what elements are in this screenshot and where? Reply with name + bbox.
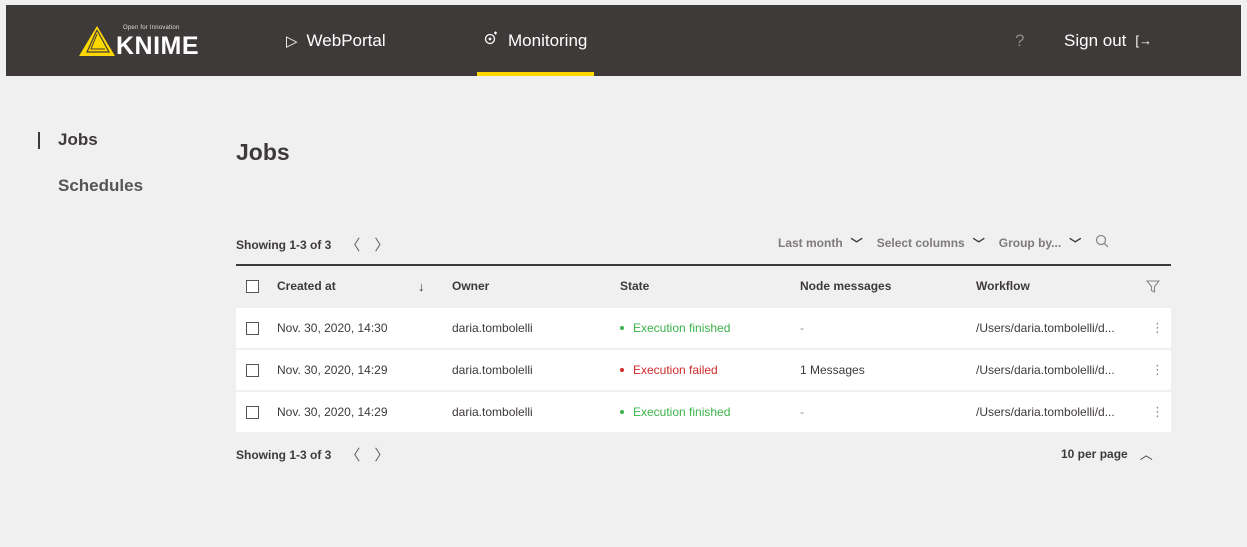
cell-node-messages[interactable]: 1 Messages	[800, 350, 865, 390]
per-page-label: 10 per page	[1061, 446, 1128, 461]
pagination-top: Showing 1-3 of 3 〈 〉	[236, 234, 389, 255]
nav-monitoring[interactable]: Monitoring	[477, 5, 595, 76]
sort-descending-icon[interactable]: ↓	[418, 266, 425, 306]
column-header-created-at[interactable]: Created at	[277, 266, 336, 306]
state-label: Execution failed	[633, 363, 718, 377]
state-label: Execution finished	[633, 405, 731, 419]
cell-created-at: Nov. 30, 2020, 14:29	[277, 363, 388, 377]
column-header-workflow[interactable]: Workflow	[976, 266, 1030, 306]
table-header-row: Created at ↓ Owner State Node messages W…	[236, 266, 1171, 306]
row-checkbox[interactable]	[246, 392, 259, 432]
chevron-down-icon: ﹀	[1069, 236, 1082, 251]
table-row[interactable]: Nov. 30, 2020, 14:29 daria.tombolelli Ex…	[236, 350, 1171, 390]
status-dot	[620, 326, 624, 330]
app-frame: Open for Innovation KNIME ▷ WebPortal Mo…	[6, 5, 1241, 547]
cell-workflow[interactable]: /Users/daria.tombolelli/d...	[976, 350, 1115, 390]
table-row[interactable]: Nov. 30, 2020, 14:29 daria.tombolelli Ex…	[236, 392, 1171, 432]
cell-created-at: Nov. 30, 2020, 14:30	[277, 321, 388, 335]
sidebar-item-schedules[interactable]: Schedules	[58, 176, 143, 196]
state-label: Execution finished	[633, 321, 731, 335]
nav-webportal-label: WebPortal	[306, 30, 386, 50]
row-menu-icon[interactable]: ⋮	[1151, 308, 1164, 348]
chevron-down-icon: ﹀	[850, 236, 863, 251]
period-dropdown[interactable]: Last month ﹀	[778, 235, 863, 252]
cell-state: Execution failed	[620, 350, 718, 390]
sign-out-icon: [→	[1135, 33, 1153, 48]
cell-workflow[interactable]: /Users/daria.tombolelli/d...	[976, 308, 1115, 348]
chevron-left-icon[interactable]: 〈	[345, 234, 360, 255]
chevron-up-icon: ︿	[1139, 447, 1153, 462]
cell-owner: daria.tombolelli	[452, 405, 533, 419]
filter-icon[interactable]	[1146, 266, 1160, 306]
group-by-dropdown[interactable]: Group by... ﹀	[999, 235, 1081, 252]
monitoring-icon	[484, 31, 499, 50]
cell-workflow[interactable]: /Users/daria.tombolelli/d...	[976, 392, 1115, 432]
column-header-owner[interactable]: Owner	[452, 266, 489, 306]
per-page-dropdown[interactable]: 10 per page ︿	[1061, 444, 1153, 463]
cell-state: Execution finished	[620, 392, 730, 432]
cell-node-messages: -	[800, 405, 804, 419]
pagination-text: Showing 1-3 of 3	[236, 237, 332, 252]
cell-created-at: Nov. 30, 2020, 14:29	[277, 405, 388, 419]
sign-out-button[interactable]: Sign out [→	[1064, 5, 1152, 76]
play-icon: ▷	[286, 32, 298, 50]
cell-node-messages: -	[800, 321, 804, 335]
table-filters: Last month ﹀ Select columns ﹀ Group by..…	[778, 234, 1109, 252]
row-menu-icon[interactable]: ⋮	[1151, 350, 1164, 390]
logo-tagline: Open for Innovation	[123, 25, 180, 31]
select-columns-label: Select columns	[876, 236, 965, 250]
status-dot	[620, 410, 624, 414]
column-header-state[interactable]: State	[620, 266, 649, 306]
row-menu-icon[interactable]: ⋮	[1151, 392, 1164, 432]
table-row[interactable]: Nov. 30, 2020, 14:30 daria.tombolelli Ex…	[236, 308, 1171, 348]
page-title: Jobs	[236, 139, 290, 165]
help-button[interactable]: ?	[1015, 5, 1024, 76]
search-icon[interactable]	[1095, 234, 1109, 252]
group-by-label: Group by...	[998, 236, 1062, 250]
pagination-bottom: Showing 1-3 of 3 〈 〉	[236, 444, 389, 465]
row-checkbox[interactable]	[246, 308, 259, 348]
select-all-checkbox[interactable]	[246, 266, 259, 306]
status-dot	[620, 368, 624, 372]
sidebar-active-marker	[38, 132, 40, 149]
knime-triangle-icon	[79, 26, 115, 56]
chevron-down-icon: ﹀	[972, 236, 985, 251]
chevron-right-icon[interactable]: 〉	[374, 234, 389, 255]
logo-wordmark: KNIME	[116, 32, 200, 60]
select-columns-dropdown[interactable]: Select columns ﹀	[877, 235, 985, 252]
cell-state: Execution finished	[620, 308, 730, 348]
chevron-right-icon[interactable]: 〉	[374, 444, 389, 465]
active-tab-indicator	[477, 72, 595, 76]
top-navigation-bar: Open for Innovation KNIME ▷ WebPortal Mo…	[6, 5, 1241, 76]
sidebar-item-jobs[interactable]: Jobs	[58, 130, 98, 150]
pagination-text: Showing 1-3 of 3	[236, 447, 332, 462]
chevron-left-icon[interactable]: 〈	[345, 444, 360, 465]
nav-webportal[interactable]: ▷ WebPortal	[286, 5, 386, 76]
knime-logo[interactable]: Open for Innovation KNIME	[79, 22, 229, 62]
period-label: Last month	[778, 236, 843, 250]
cell-owner: daria.tombolelli	[452, 321, 533, 335]
cell-owner: daria.tombolelli	[452, 363, 533, 377]
sign-out-label: Sign out	[1064, 30, 1127, 50]
column-header-node-messages[interactable]: Node messages	[800, 266, 891, 306]
row-checkbox[interactable]	[246, 350, 259, 390]
nav-monitoring-label: Monitoring	[508, 30, 588, 50]
